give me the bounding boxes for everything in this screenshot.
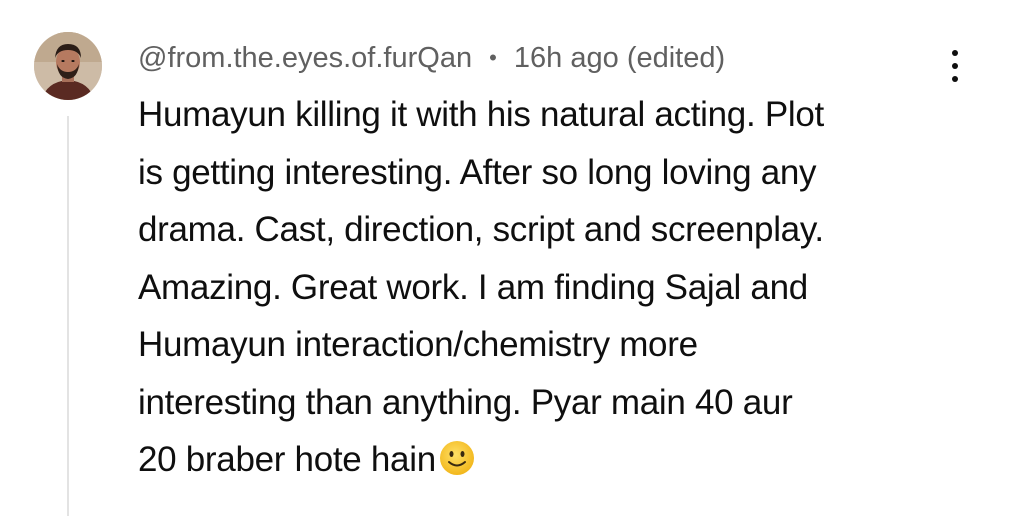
menu-dot bbox=[952, 76, 958, 82]
more-vertical-icon[interactable] bbox=[940, 46, 970, 86]
comment-body: Humayun killing it with his natural acti… bbox=[138, 86, 958, 489]
comment-timestamp[interactable]: 16h ago bbox=[514, 42, 619, 74]
comment-line: is getting interesting. After so long lo… bbox=[138, 152, 817, 192]
comment-header: @from.the.eyes.of.furQan • 16h ago (edit… bbox=[138, 36, 725, 80]
avatar-photo bbox=[34, 32, 102, 100]
comment-line-last: 20 braber hote hain bbox=[138, 431, 958, 489]
comment-line: interesting than anything. Pyar main 40 … bbox=[138, 382, 793, 422]
comment-line: Humayun killing it with his natural acti… bbox=[138, 95, 824, 134]
slightly-smiling-face-icon bbox=[439, 441, 474, 475]
menu-dot bbox=[952, 50, 958, 56]
comment-line: 20 braber hote hain bbox=[138, 440, 436, 479]
comment-line: Amazing. Great work. I am finding Sajal … bbox=[138, 267, 808, 307]
meta-separator: • bbox=[489, 45, 497, 70]
comment-item: @from.the.eyes.of.furQan • 16h ago (edit… bbox=[0, 0, 1024, 516]
thread-line bbox=[67, 116, 69, 516]
author-handle[interactable]: @from.the.eyes.of.furQan bbox=[138, 42, 472, 74]
comment-line: Humayun interaction/chemistry more bbox=[138, 325, 698, 364]
author-avatar[interactable] bbox=[34, 32, 102, 100]
menu-dot bbox=[952, 63, 958, 69]
edited-label: (edited) bbox=[626, 42, 726, 74]
comment-line: drama. Cast, direction, script and scree… bbox=[138, 210, 824, 249]
